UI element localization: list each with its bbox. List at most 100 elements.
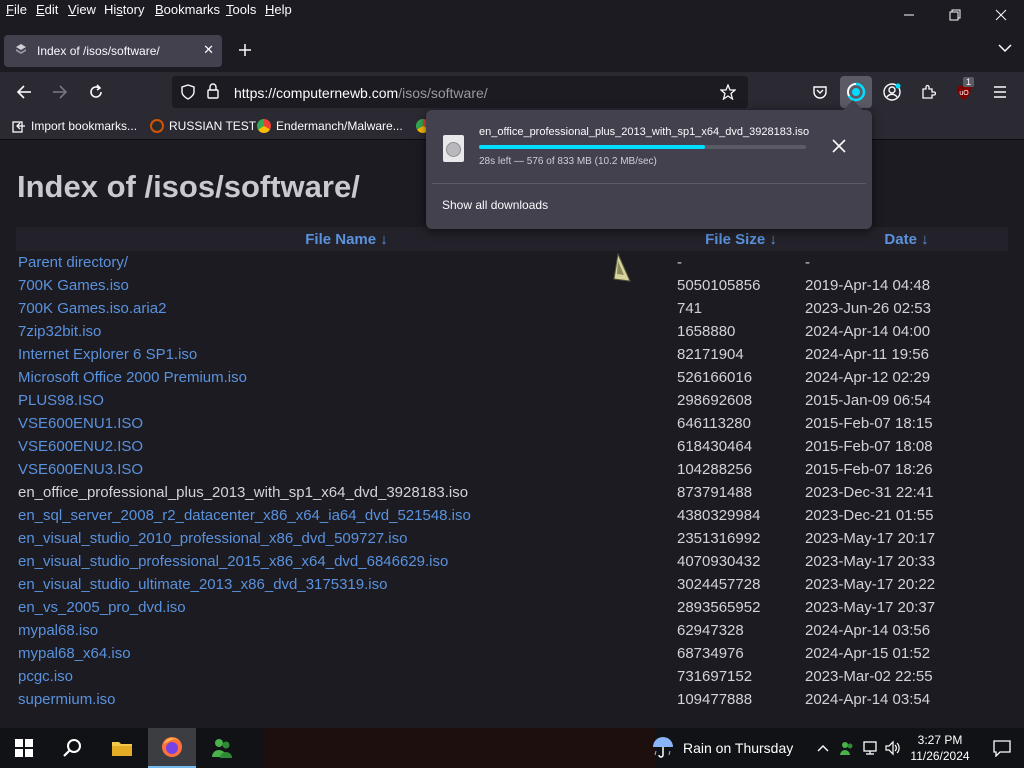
account-button[interactable]	[880, 80, 904, 104]
date-cell: 2015-Feb-07 18:15	[805, 415, 933, 432]
file-link[interactable]: Parent directory/	[18, 254, 128, 271]
table-row: Parent directory/ - -	[16, 251, 1008, 274]
file-link[interactable]: en_visual_studio_2010_professional_x86_d…	[18, 530, 407, 547]
file-link[interactable]: 700K Games.iso	[18, 277, 129, 294]
chevron-up-icon	[817, 745, 829, 752]
taskbar-clock[interactable]: 3:27 PM 11/26/2024	[904, 732, 976, 764]
bookmark-star-icon[interactable]	[720, 84, 736, 100]
url-text[interactable]: https://computernewb.com/isos/software/	[234, 85, 488, 101]
minimize-button[interactable]	[886, 0, 932, 30]
file-link[interactable]: pcgc.iso	[18, 668, 73, 685]
file-name-header[interactable]: File Name ↓	[16, 227, 677, 251]
pocket-button[interactable]	[808, 80, 832, 104]
ublock-button[interactable]: uO 1	[952, 77, 976, 104]
date-cell: 2023-Mar-02 22:55	[805, 668, 933, 685]
network-icon	[863, 741, 877, 755]
file-name-cell: Parent directory/	[16, 251, 677, 274]
bookmark-russian-test[interactable]: RUSSIAN TEST	[150, 119, 256, 133]
file-link[interactable]: en_visual_studio_ultimate_2013_x86_dvd_3…	[18, 576, 387, 593]
firefox-taskbar-button[interactable]	[148, 728, 196, 768]
file-name-cell: VSE600ENU1.ISO	[16, 412, 677, 435]
file-name-cell: 700K Games.iso	[16, 274, 677, 297]
users-app-button[interactable]	[198, 728, 246, 768]
menu-item[interactable]: Tools	[226, 2, 256, 17]
table-row: VSE600ENU1.ISO 646113280 2015-Feb-07 18:15	[16, 412, 1008, 435]
close-window-button[interactable]	[978, 0, 1024, 30]
download-filename[interactable]: en_office_professional_plus_2013_with_sp…	[479, 126, 809, 138]
table-row: en_sql_server_2008_r2_datacenter_x86_x64…	[16, 504, 1008, 527]
app-menu-button[interactable]	[988, 80, 1012, 104]
menu-bar: File Edit View History Bookmarks Tools Help	[0, 0, 1024, 30]
file-link[interactable]: Internet Explorer 6 SP1.iso	[18, 346, 197, 363]
show-hidden-icons-button[interactable]	[814, 739, 832, 757]
file-link[interactable]: VSE600ENU1.ISO	[18, 415, 143, 432]
file-size-cell: -	[677, 254, 682, 271]
file-size-cell: 82171904	[677, 346, 744, 363]
restore-button[interactable]	[932, 0, 978, 30]
file-explorer-button[interactable]	[98, 728, 146, 768]
reload-button[interactable]	[84, 80, 108, 104]
file-size-header[interactable]: File Size ↓	[677, 227, 805, 251]
table-row: supermium.iso 109477888 2024-Apr-14 03:54	[16, 688, 1008, 711]
file-link[interactable]: en_office_professional_plus_2013_with_sp…	[18, 484, 468, 501]
bookmark-import[interactable]: Import bookmarks...	[12, 119, 137, 133]
people-icon	[840, 742, 853, 755]
file-link[interactable]: VSE600ENU3.ISO	[18, 461, 143, 478]
lock-icon[interactable]	[206, 83, 220, 100]
file-link[interactable]: 700K Games.iso.aria2	[18, 300, 166, 317]
shield-icon[interactable]	[180, 84, 196, 100]
tab-index-isos-software[interactable]: Index of /isos/software/ ✕	[4, 35, 222, 67]
volume-tray-icon[interactable]	[884, 739, 902, 757]
download-progress-bar	[479, 145, 806, 149]
file-name-cell: 700K Games.iso.aria2	[16, 297, 677, 320]
file-link[interactable]: Microsoft Office 2000 Premium.iso	[18, 369, 247, 386]
people-icon	[212, 739, 232, 758]
file-link[interactable]: VSE600ENU2.ISO	[18, 438, 143, 455]
weather-widget[interactable]: Rain on Thursday	[651, 728, 793, 768]
user-tray-icon[interactable]	[838, 739, 856, 757]
menu-item[interactable]: View	[68, 2, 96, 17]
file-link[interactable]: en_vs_2005_pro_dvd.iso	[18, 599, 186, 616]
url-bar[interactable]: https://computernewb.com/isos/software/	[172, 76, 748, 108]
file-link[interactable]: mypal68_x64.iso	[18, 645, 131, 662]
taskbar-background	[263, 728, 656, 768]
tab-close-icon[interactable]: ✕	[203, 42, 214, 58]
menu-item[interactable]: File	[6, 2, 27, 17]
menu-item[interactable]: Help	[265, 2, 292, 17]
tab-title: Index of /isos/software/	[37, 44, 160, 58]
favicon	[150, 119, 164, 133]
file-link[interactable]: supermium.iso	[18, 691, 116, 708]
table-row: en_visual_studio_2010_professional_x86_d…	[16, 527, 1008, 550]
file-size-cell: 741	[677, 300, 703, 317]
forward-button[interactable]	[48, 80, 72, 104]
extensions-button[interactable]	[916, 80, 940, 104]
menu-item[interactable]: Edit	[36, 2, 58, 17]
cancel-download-button[interactable]	[832, 137, 846, 158]
file-link[interactable]: en_visual_studio_professional_2015_x86_x…	[18, 553, 448, 570]
show-all-downloads-button[interactable]: Show all downloads	[442, 198, 548, 212]
page-content: Index of /isos/software/ File Name ↓ Fil…	[0, 141, 1024, 728]
network-tray-icon[interactable]	[862, 739, 880, 757]
file-link[interactable]: en_sql_server_2008_r2_datacenter_x86_x64…	[18, 507, 471, 524]
new-tab-button[interactable]	[234, 39, 256, 61]
menu-item[interactable]: Bookmarks	[155, 2, 220, 17]
restore-icon	[949, 9, 961, 21]
plus-icon	[239, 44, 251, 56]
download-progress-icon	[847, 82, 866, 102]
date-header[interactable]: Date ↓	[805, 227, 1008, 251]
back-button[interactable]	[12, 80, 36, 104]
menu-item[interactable]: History	[104, 2, 144, 17]
list-all-tabs-button[interactable]	[998, 42, 1012, 56]
start-button[interactable]	[0, 728, 48, 768]
file-link[interactable]: 7zip32bit.iso	[18, 323, 101, 340]
file-link[interactable]: mypal68.iso	[18, 622, 98, 639]
notification-center-button[interactable]	[980, 728, 1024, 768]
table-row: en_office_professional_plus_2013_with_sp…	[16, 481, 1008, 504]
table-row: VSE600ENU2.ISO 618430464 2015-Feb-07 18:08	[16, 435, 1008, 458]
bookmark-endermanch-malware[interactable]: Endermanch/Malware...	[257, 119, 403, 133]
search-button[interactable]	[48, 728, 96, 768]
file-name-cell: PLUS98.ISO	[16, 389, 677, 412]
file-name-cell: VSE600ENU2.ISO	[16, 435, 677, 458]
file-link[interactable]: PLUS98.ISO	[18, 392, 104, 409]
svg-text:uO: uO	[959, 90, 969, 97]
